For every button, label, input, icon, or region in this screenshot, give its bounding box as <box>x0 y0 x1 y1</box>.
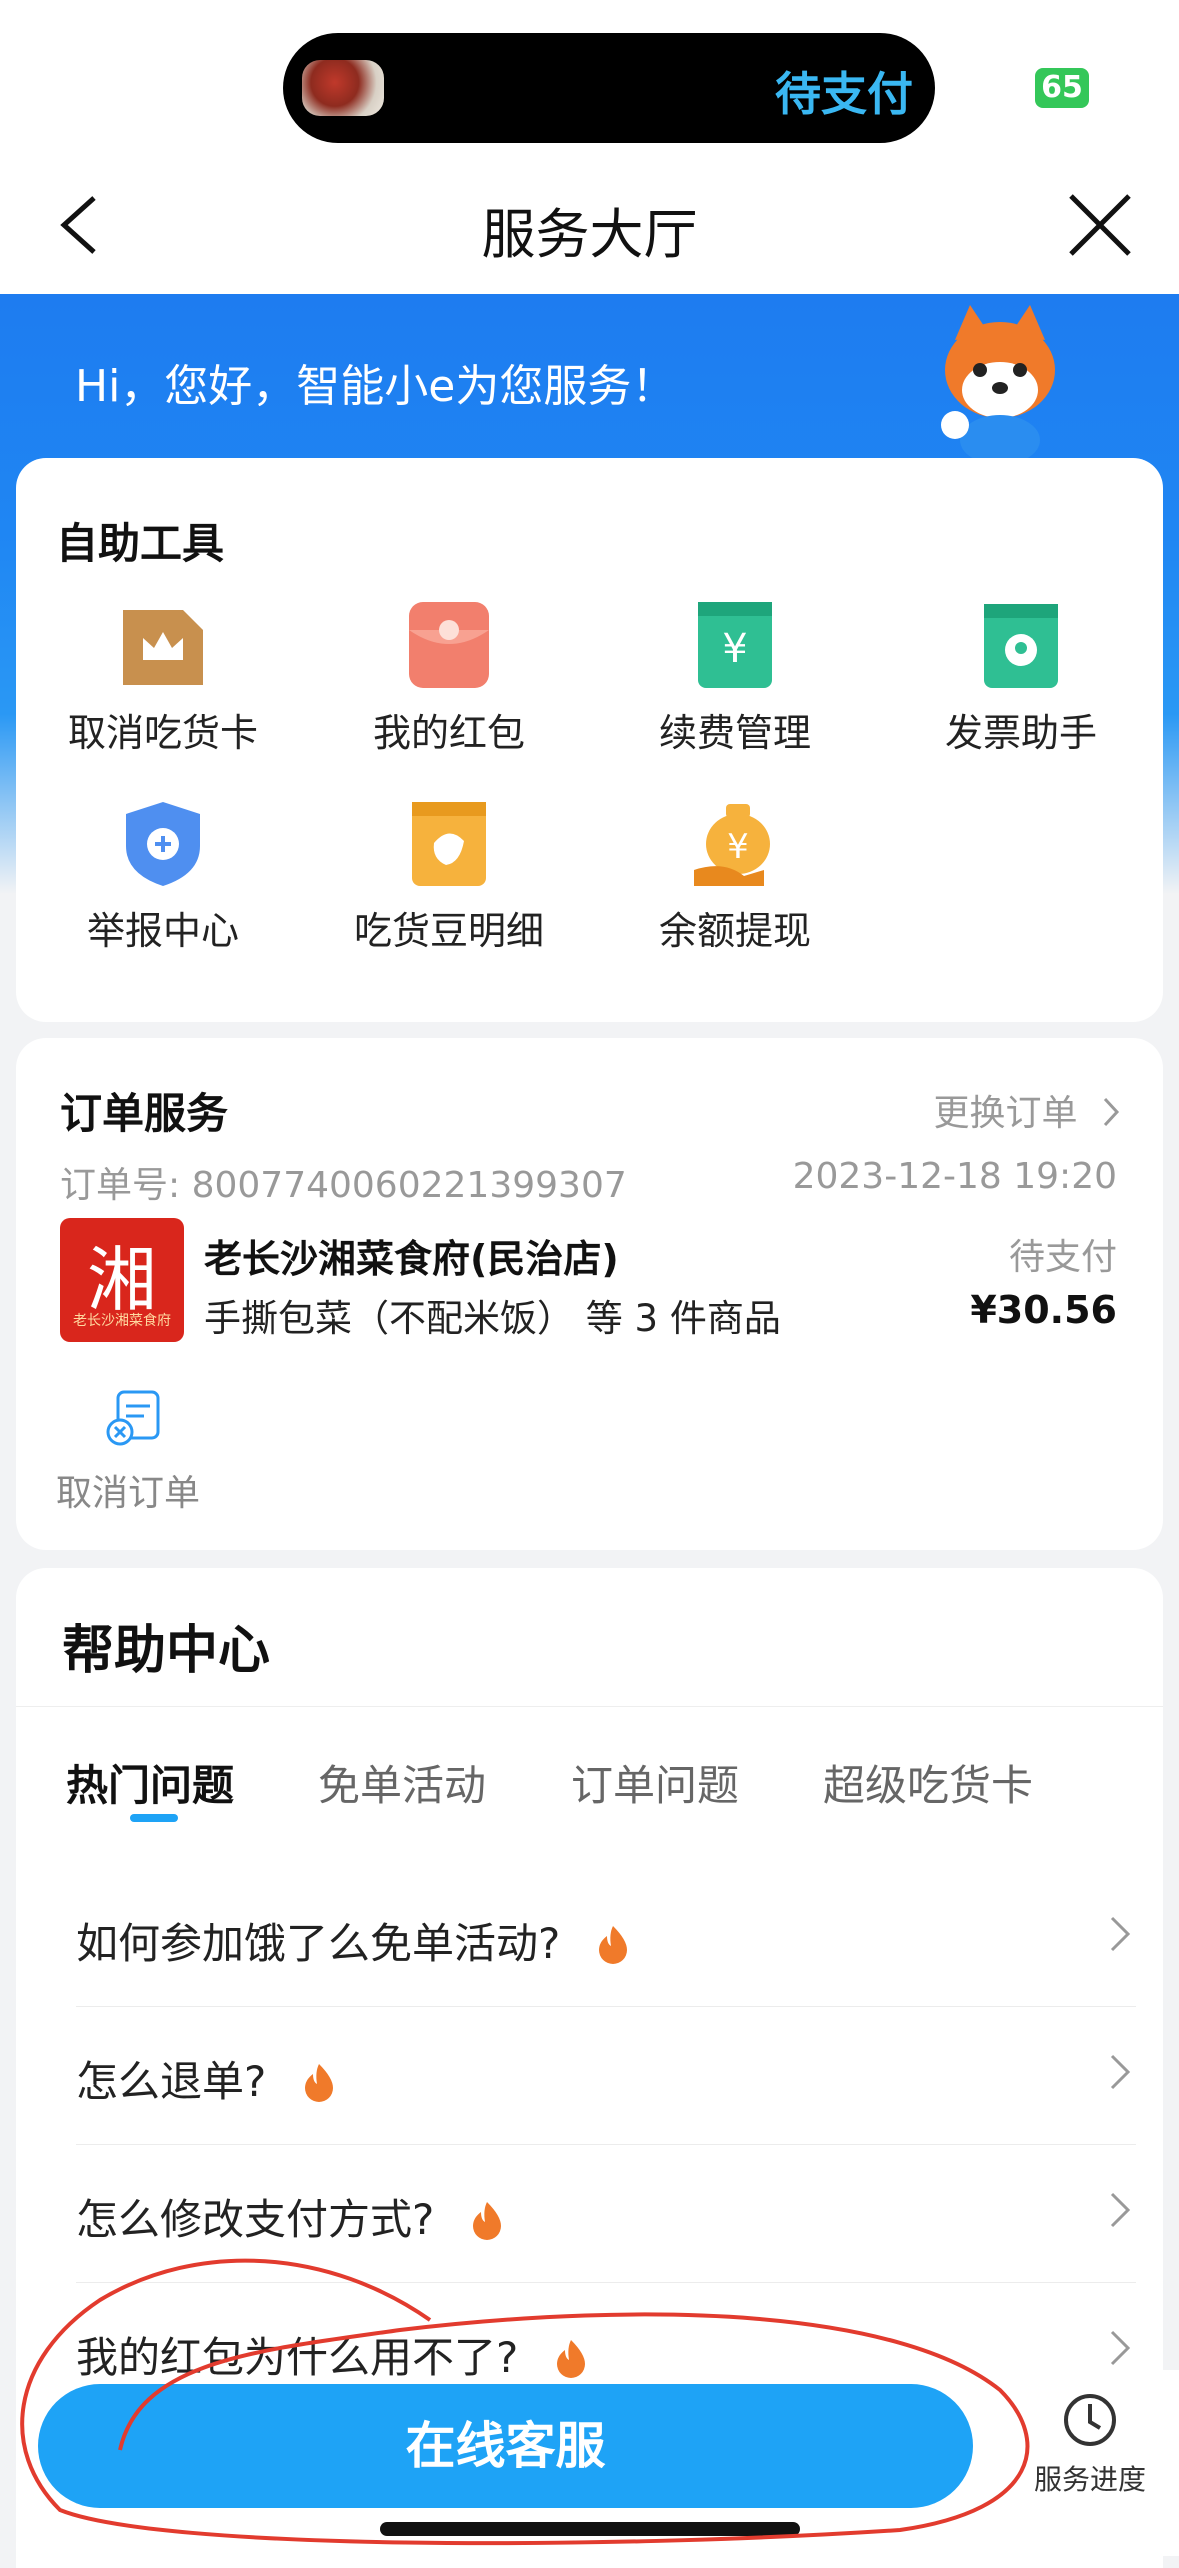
fire-icon <box>304 2064 333 2102</box>
island-status-text: 待支付 <box>775 67 913 121</box>
tab-super-foodie-card[interactable]: 超级吃货卡 <box>823 1752 1033 1813</box>
tools-title: 自助工具 <box>56 519 225 568</box>
tool-renewal-management[interactable]: ¥ 续费管理 <box>625 600 845 757</box>
order-price: ¥30.56 <box>970 1288 1117 1332</box>
change-order-link[interactable]: 更换订单 <box>934 1084 1123 1136</box>
tool-label: 续费管理 <box>658 711 811 755</box>
order-service-card: 订单服务 更换订单 订单号: 8007740060221399307 2023-… <box>16 1038 1163 1550</box>
order-service-title: 订单服务 <box>60 1089 229 1138</box>
change-order-label: 更换订单 <box>933 1093 1078 1134</box>
tool-label: 举报中心 <box>86 909 239 953</box>
greeting-text: Hi，您好，智能小e为您服务！ <box>75 361 676 412</box>
svg-text:¥: ¥ <box>727 827 749 867</box>
order-number: 订单号: 8007740060221399307 <box>60 1165 627 1206</box>
tab-hot-questions[interactable]: 热门问题 <box>66 1752 234 1813</box>
faq-item[interactable]: 怎么退单? <box>76 2006 1136 2145</box>
faq-item[interactable]: 如何参加饿了么免单活动? <box>76 1868 1136 2007</box>
tool-label: 我的红包 <box>372 711 525 755</box>
close-icon <box>1069 194 1131 256</box>
order-status: 待支付 <box>1008 1237 1117 1278</box>
chevron-right-icon <box>1103 1097 1120 1127</box>
tool-label: 发票助手 <box>944 711 1097 755</box>
tool-invoice-assistant[interactable]: 发票助手 <box>911 600 1131 757</box>
tool-report-center[interactable]: 举报中心 <box>53 798 273 955</box>
tool-cancel-foodie-card[interactable]: 取消吃货卡 <box>53 600 273 757</box>
bean-card-icon <box>404 798 494 888</box>
faq-text: 如何参加饿了么免单活动? <box>76 1919 561 1968</box>
money-bag-icon: ¥ <box>690 798 780 888</box>
store-logo[interactable]: 湘 老长沙湘菜食府 <box>60 1218 184 1342</box>
store-logo-subtitle: 老长沙湘菜食府 <box>73 1313 171 1329</box>
tool-foodie-bean-detail[interactable]: 吃货豆明细 <box>339 798 559 955</box>
tool-label: 取消吃货卡 <box>67 711 258 755</box>
help-center-title: 帮助中心 <box>62 1621 271 1681</box>
cancel-order-icon <box>104 1388 164 1448</box>
active-tab-indicator <box>130 1814 178 1822</box>
cancel-order-label: 取消订单 <box>56 1473 201 1514</box>
food-thumbnail <box>302 60 384 116</box>
tool-label: 余额提现 <box>658 909 811 953</box>
store-name[interactable]: 老长沙湘菜食府(民治店) <box>204 1228 619 1283</box>
page-title: 服务大厅 <box>481 203 698 266</box>
battery-indicator: 65 <box>1035 68 1089 108</box>
tab-order-issues[interactable]: 订单问题 <box>571 1752 739 1813</box>
crown-card-icon <box>118 600 208 690</box>
shiba-mascot-icon <box>925 300 1075 465</box>
chevron-right-icon <box>1110 2054 1131 2090</box>
annotation-scribble <box>20 2258 1030 2546</box>
svg-text:¥: ¥ <box>722 626 747 672</box>
faq-text: 怎么退单? <box>76 2057 267 2106</box>
tool-label: 吃货豆明细 <box>353 909 544 953</box>
fire-icon <box>598 1926 627 1964</box>
cancel-order-button[interactable]: 取消订单 <box>56 1388 216 1516</box>
self-service-tools-card: 自助工具 取消吃货卡 我的红包 ¥ 续费管理 发票助手 举报中心 吃货豆明细 ¥… <box>16 458 1163 1022</box>
invoice-icon <box>976 600 1066 690</box>
tab-free-order[interactable]: 免单活动 <box>318 1752 486 1813</box>
tool-balance-withdraw[interactable]: ¥ 余额提现 <box>625 798 845 955</box>
divider <box>16 1706 1163 1707</box>
order-datetime: 2023-12-18 19:20 <box>792 1156 1117 1197</box>
close-button[interactable] <box>1065 190 1135 260</box>
red-envelope-icon <box>404 600 494 690</box>
shield-plus-icon <box>118 798 208 888</box>
tool-my-red-envelope[interactable]: 我的红包 <box>339 600 559 757</box>
chevron-right-icon <box>1110 1916 1131 1952</box>
yen-ticket-icon: ¥ <box>690 600 780 690</box>
order-items-desc: 手撕包菜（不配米饭） 等 3 件商品 <box>204 1297 781 1340</box>
